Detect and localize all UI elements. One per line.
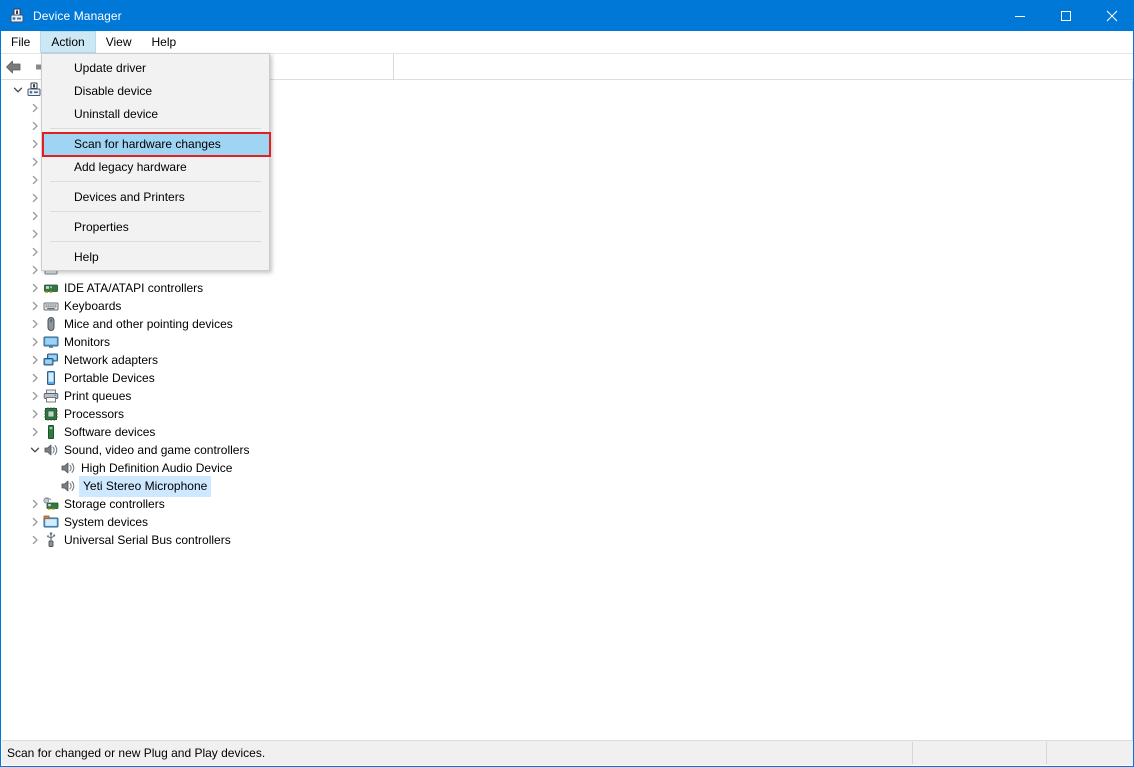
close-button[interactable] <box>1089 1 1133 31</box>
tree-item-label: Storage controllers <box>64 497 165 511</box>
action-dropdown-menu[interactable]: Update driver Disable device Uninstall dev… <box>41 53 270 271</box>
chevron-down-icon[interactable] <box>27 441 43 459</box>
speaker-icon <box>60 460 76 476</box>
device-manager-icon <box>9 8 25 24</box>
chevron-right-icon[interactable] <box>27 495 43 513</box>
menu-item-uninstall-device[interactable]: Uninstall device <box>42 102 269 125</box>
speaker-icon <box>43 442 59 458</box>
tree-item-label: Print queues <box>64 389 132 403</box>
menu-separator <box>50 241 261 242</box>
computer-icon <box>26 82 42 98</box>
menu-action[interactable]: Action <box>40 31 96 53</box>
window-title: Device Manager <box>33 9 122 23</box>
tree-item[interactable]: Keyboards <box>2 297 1133 315</box>
keyboard-icon <box>43 298 59 314</box>
status-bar: Scan for changed or new Plug and Play de… <box>2 740 1133 765</box>
chevron-right-icon[interactable] <box>27 333 43 351</box>
tree-item[interactable]: Monitors <box>2 333 1133 351</box>
tree-item-label: System devices <box>64 515 149 529</box>
chevron-right-icon[interactable] <box>27 405 43 423</box>
chevron-right-icon[interactable] <box>27 297 43 315</box>
tree-item[interactable]: Sound, video and game controllers <box>2 441 1133 459</box>
tree-item-label: Sound, video and game controllers <box>64 443 250 457</box>
menu-item-add-legacy-hardware[interactable]: Add legacy hardware <box>42 155 269 178</box>
network-adapter-icon <box>43 352 59 368</box>
ide-controller-icon <box>43 280 59 296</box>
tree-item[interactable]: Network adapters <box>2 351 1133 369</box>
portable-device-icon <box>43 370 59 386</box>
tree-item[interactable]: High Definition Audio Device <box>2 459 1133 477</box>
menu-item-devices-and-printers[interactable]: Devices and Printers <box>42 185 269 208</box>
tree-item-label: Monitors <box>64 335 111 349</box>
menu-separator <box>50 128 261 129</box>
status-divider-2 <box>1046 742 1047 764</box>
storage-controller-icon <box>43 496 59 512</box>
printer-icon <box>43 388 59 404</box>
chevron-right-icon[interactable] <box>27 513 43 531</box>
menu-bar: File Action View Help <box>1 31 1133 54</box>
tree-item-label: Keyboards <box>64 299 122 313</box>
mouse-icon <box>43 316 59 332</box>
menu-item-properties[interactable]: Properties <box>42 215 269 238</box>
usb-icon <box>43 532 59 548</box>
processor-icon <box>43 406 59 422</box>
tree-item[interactable]: Yeti Stereo Microphone <box>2 475 1133 497</box>
chevron-right-icon[interactable] <box>27 279 43 297</box>
tree-item[interactable]: System devices <box>2 513 1133 531</box>
status-divider-1 <box>912 742 913 764</box>
chevron-right-icon[interactable] <box>27 351 43 369</box>
menu-separator <box>50 181 261 182</box>
tree-item[interactable]: Mice and other pointing devices <box>2 315 1133 333</box>
tree-item[interactable]: Software devices <box>2 423 1133 441</box>
tree-item-label: Network adapters <box>64 353 159 367</box>
chevron-right-icon[interactable] <box>27 387 43 405</box>
chevron-right-icon[interactable] <box>27 423 43 441</box>
tree-item-label: High Definition Audio Device <box>81 461 233 475</box>
menu-separator <box>50 211 261 212</box>
chevron-right-icon[interactable] <box>27 315 43 333</box>
tree-item-label: Universal Serial Bus controllers <box>64 533 231 547</box>
menu-help[interactable]: Help <box>142 31 187 53</box>
tree-item-label: Processors <box>64 407 125 421</box>
chevron-right-icon[interactable] <box>27 369 43 387</box>
menu-item-update-driver[interactable]: Update driver <box>42 56 269 79</box>
tree-item[interactable]: Portable Devices <box>2 369 1133 387</box>
software-device-icon <box>43 424 59 440</box>
tree-item-label: Yeti Stereo Microphone <box>79 475 212 497</box>
tree-item[interactable]: IDE ATA/ATAPI controllers <box>2 279 1133 297</box>
menu-view[interactable]: View <box>96 31 142 53</box>
toolbar-separator <box>393 53 394 80</box>
system-device-icon <box>43 514 59 530</box>
tree-item[interactable]: Storage controllers <box>2 495 1133 513</box>
tree-item-label: Mice and other pointing devices <box>64 317 233 331</box>
minimize-button[interactable] <box>997 1 1043 31</box>
menu-file[interactable]: File <box>1 31 40 53</box>
menu-item-disable-device[interactable]: Disable device <box>42 79 269 102</box>
tree-item[interactable]: Universal Serial Bus controllers <box>2 531 1133 549</box>
maximize-button[interactable] <box>1043 1 1089 31</box>
tree-item-label: Portable Devices <box>64 371 155 385</box>
tree-item[interactable]: Print queues <box>2 387 1133 405</box>
device-manager-window: Device Manager File Action View Help IDE… <box>0 0 1134 767</box>
chevron-down-icon[interactable] <box>10 81 26 99</box>
tree-item-label: IDE ATA/ATAPI controllers <box>64 281 204 295</box>
status-message: Scan for changed or new Plug and Play de… <box>7 746 266 760</box>
menu-item-help[interactable]: Help <box>42 245 269 268</box>
tree-item-label: Software devices <box>64 425 156 439</box>
monitor-icon <box>43 334 59 350</box>
menu-item-scan-for-hardware-changes[interactable]: Scan for hardware changes <box>42 132 269 155</box>
tree-item[interactable]: Processors <box>2 405 1133 423</box>
speaker-icon <box>60 478 76 494</box>
back-button[interactable] <box>1 55 27 79</box>
caption-button-group <box>997 1 1133 31</box>
chevron-right-icon[interactable] <box>27 531 43 549</box>
title-bar: Device Manager <box>1 1 1133 31</box>
